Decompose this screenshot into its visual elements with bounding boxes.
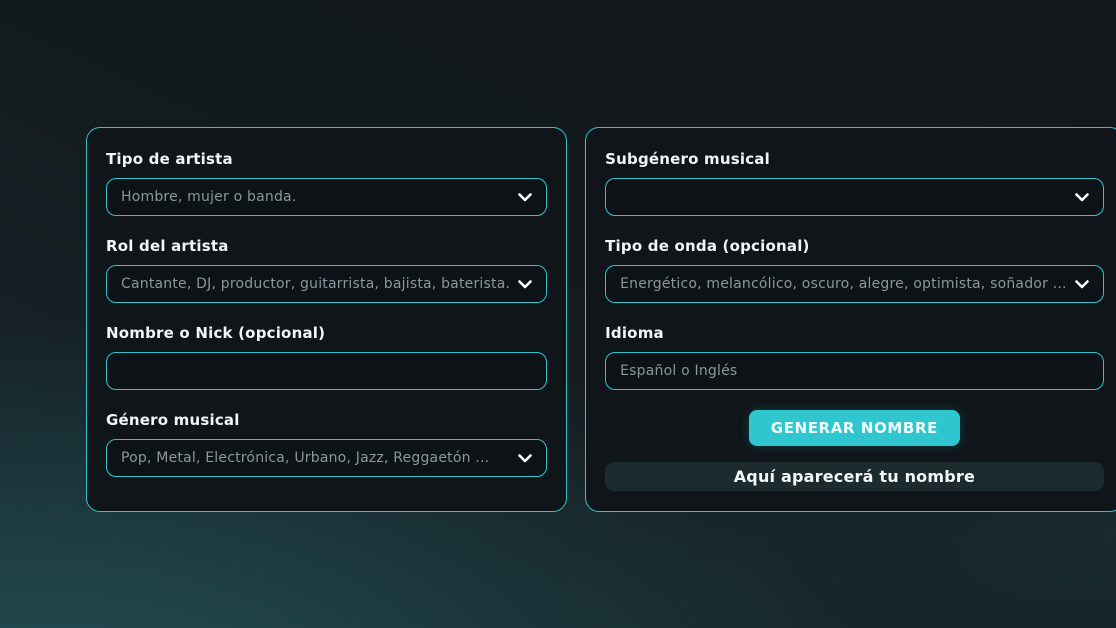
subgenre-label: Subgénero musical	[605, 150, 1104, 168]
artist-type-select-placeholder: Hombre, mujer o banda.	[121, 189, 510, 205]
artist-details-panel: Tipo de artista Hombre, mujer o banda. R…	[86, 127, 567, 512]
name-nick-field: Nombre o Nick (opcional)	[106, 324, 547, 390]
artist-role-field: Rol del artista Cantante, DJ, productor,…	[106, 237, 547, 303]
generate-name-button[interactable]: GENERAR NOMBRE	[749, 410, 960, 446]
chevron-down-icon	[518, 280, 532, 289]
chevron-down-icon	[1075, 193, 1089, 202]
artist-type-select[interactable]: Hombre, mujer o banda.	[106, 178, 547, 216]
vibe-label: Tipo de onda (opcional)	[605, 237, 1104, 255]
generate-button-row: GENERAR NOMBRE	[605, 410, 1104, 446]
vibe-field: Tipo de onda (opcional) Energético, mela…	[605, 237, 1104, 303]
artist-type-label: Tipo de artista	[106, 150, 547, 168]
name-nick-label: Nombre o Nick (opcional)	[106, 324, 547, 342]
vibe-select-placeholder: Energético, melancólico, oscuro, alegre,…	[620, 276, 1067, 292]
music-genre-field: Género musical Pop, Metal, Electrónica, …	[106, 411, 547, 477]
language-input[interactable]	[605, 352, 1104, 390]
artist-role-label: Rol del artista	[106, 237, 547, 255]
music-genre-label: Género musical	[106, 411, 547, 429]
language-field: Idioma	[605, 324, 1104, 390]
language-label: Idioma	[605, 324, 1104, 342]
music-genre-select[interactable]: Pop, Metal, Electrónica, Urbano, Jazz, R…	[106, 439, 547, 477]
chevron-down-icon	[1075, 280, 1089, 289]
artist-type-field: Tipo de artista Hombre, mujer o banda.	[106, 150, 547, 216]
chevron-down-icon	[518, 193, 532, 202]
generator-form: Tipo de artista Hombre, mujer o banda. R…	[86, 127, 1032, 512]
chevron-down-icon	[518, 454, 532, 463]
result-placeholder-text: Aquí aparecerá tu nombre	[734, 467, 975, 486]
result-box: Aquí aparecerá tu nombre	[605, 462, 1104, 491]
artist-role-select[interactable]: Cantante, DJ, productor, guitarrista, ba…	[106, 265, 547, 303]
vibe-select[interactable]: Energético, melancólico, oscuro, alegre,…	[605, 265, 1104, 303]
subgenre-field: Subgénero musical	[605, 150, 1104, 216]
name-nick-input[interactable]	[106, 352, 547, 390]
subgenre-select[interactable]	[605, 178, 1104, 216]
style-and-result-panel: Subgénero musical Tipo de onda (opcional…	[585, 127, 1116, 512]
music-genre-select-placeholder: Pop, Metal, Electrónica, Urbano, Jazz, R…	[121, 450, 510, 466]
artist-role-select-placeholder: Cantante, DJ, productor, guitarrista, ba…	[121, 276, 510, 292]
